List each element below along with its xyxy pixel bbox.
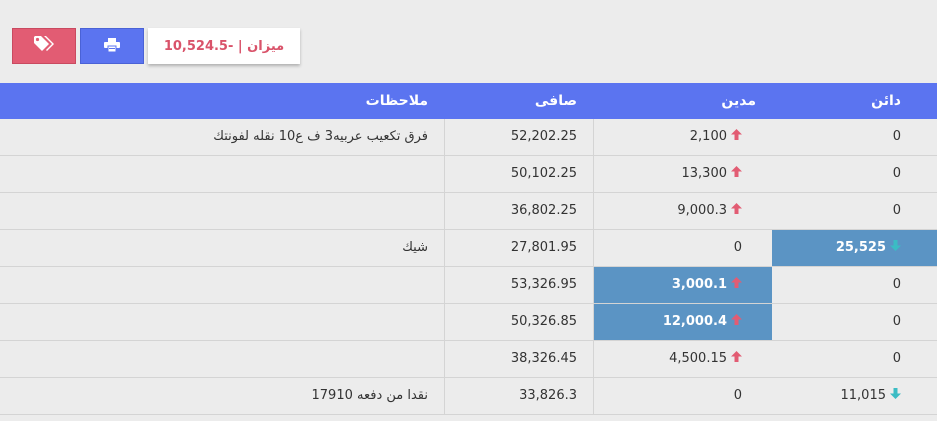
cell-notes: نقدا من دفعه 17910 — [0, 378, 444, 414]
cell-net: 36,802.25 — [444, 193, 593, 229]
arrow-up-icon — [731, 193, 742, 229]
cell-net: 52,202.25 — [444, 119, 593, 155]
credit-value: 0 — [892, 203, 901, 218]
cell-credit: 0 — [772, 156, 937, 192]
cell-debit: 2,100 — [593, 119, 772, 155]
table-row[interactable]: 38,326.45 4,500.15 0 — [0, 341, 937, 378]
header-net[interactable]: صافى — [535, 83, 577, 119]
print-button[interactable] — [80, 28, 144, 64]
tags-icon — [33, 35, 55, 57]
debit-value: 12,000.4 — [662, 314, 727, 329]
net-value: 27,801.95 — [510, 240, 577, 255]
cell-credit: 0 — [772, 119, 937, 155]
table-row[interactable]: 36,802.25 9,000.3 0 — [0, 193, 937, 230]
arrow-down-icon — [890, 230, 901, 266]
cell-net: 53,326.95 — [444, 267, 593, 303]
cell-debit: 0 — [593, 378, 772, 414]
arrow-up-icon — [731, 119, 742, 155]
table-row[interactable]: 50,326.85 12,000.4 0 — [0, 304, 937, 341]
notes-value: شيك — [402, 240, 428, 255]
net-value: 52,202.25 — [510, 129, 577, 144]
cell-net: 38,326.45 — [444, 341, 593, 377]
tags-button[interactable] — [12, 28, 76, 64]
cell-credit: 0 — [772, 193, 937, 229]
table-row[interactable]: شيك 27,801.95 0 25,525 — [0, 230, 937, 267]
net-value: 53,326.95 — [510, 277, 577, 292]
arrow-up-icon — [731, 156, 742, 192]
cell-notes — [0, 267, 444, 303]
cell-debit: 12,000.4 — [593, 304, 772, 340]
cell-debit: 3,000.1 — [593, 267, 772, 303]
debit-value: 9,000.3 — [677, 203, 727, 218]
cell-net: 50,326.85 — [444, 304, 593, 340]
cell-notes — [0, 304, 444, 340]
net-value: 33,826.3 — [519, 388, 577, 403]
header-credit[interactable]: دائن — [871, 83, 901, 119]
debit-value: 0 — [733, 388, 742, 403]
net-value: 50,102.25 — [510, 166, 577, 181]
cell-debit: 4,500.15 — [593, 341, 772, 377]
balance-display: ميزان | -10,524.5 — [148, 28, 300, 64]
notes-value: فرق تكعيب عربيه3 ف ع10 نقله لفونتك — [213, 129, 428, 144]
debit-value: 0 — [733, 240, 742, 255]
debit-value: 2,100 — [689, 129, 727, 144]
header-debit[interactable]: مدين — [721, 83, 756, 119]
credit-value: 0 — [892, 166, 901, 181]
notes-value: نقدا من دفعه 17910 — [311, 388, 429, 403]
net-value: 36,802.25 — [510, 203, 577, 218]
table-row[interactable]: فرق تكعيب عربيه3 ف ع10 نقله لفونتك 52,202… — [0, 119, 937, 156]
credit-value: 11,015 — [840, 388, 887, 403]
ledger-table: دائن مدين صافى ملاحظات فرق تكعيب عربيه3 … — [0, 83, 937, 415]
cell-credit: 11,015 — [772, 378, 937, 414]
print-icon — [104, 37, 120, 56]
arrow-up-icon — [731, 267, 742, 303]
cell-debit: 9,000.3 — [593, 193, 772, 229]
cell-notes — [0, 341, 444, 377]
cell-notes — [0, 156, 444, 192]
cell-notes: فرق تكعيب عربيه3 ف ع10 نقله لفونتك — [0, 119, 444, 155]
cell-debit: 13,300 — [593, 156, 772, 192]
arrow-up-icon — [731, 304, 742, 340]
net-value: 38,326.45 — [510, 351, 577, 366]
ledger-page: ميزان | -10,524.5 دائن مدين صافى ملاحظات… — [0, 0, 937, 421]
table-header: دائن مدين صافى ملاحظات — [0, 83, 937, 119]
net-value: 50,326.85 — [510, 314, 577, 329]
arrow-down-icon — [890, 378, 901, 414]
table-row[interactable]: 53,326.95 3,000.1 0 — [0, 267, 937, 304]
table-row[interactable]: نقدا من دفعه 17910 33,826.3 0 11,015 — [0, 378, 937, 415]
debit-value: 3,000.1 — [671, 277, 727, 292]
debit-value: 13,300 — [681, 166, 728, 181]
credit-value: 25,525 — [835, 240, 886, 255]
arrow-up-icon — [731, 341, 742, 377]
cell-debit: 0 — [593, 230, 772, 266]
header-notes[interactable]: ملاحظات — [366, 83, 428, 119]
table-body: فرق تكعيب عربيه3 ف ع10 نقله لفونتك 52,202… — [0, 119, 937, 415]
credit-value: 0 — [892, 314, 901, 329]
cell-credit: 25,525 — [772, 230, 937, 266]
credit-value: 0 — [892, 351, 901, 366]
cell-credit: 0 — [772, 267, 937, 303]
cell-notes: شيك — [0, 230, 444, 266]
cell-net: 50,102.25 — [444, 156, 593, 192]
credit-value: 0 — [892, 277, 901, 292]
cell-notes — [0, 193, 444, 229]
cell-credit: 0 — [772, 304, 937, 340]
cell-net: 27,801.95 — [444, 230, 593, 266]
credit-value: 0 — [892, 129, 901, 144]
cell-net: 33,826.3 — [444, 378, 593, 414]
table-row[interactable]: 50,102.25 13,300 0 — [0, 156, 937, 193]
debit-value: 4,500.15 — [669, 351, 727, 366]
cell-credit: 0 — [772, 341, 937, 377]
